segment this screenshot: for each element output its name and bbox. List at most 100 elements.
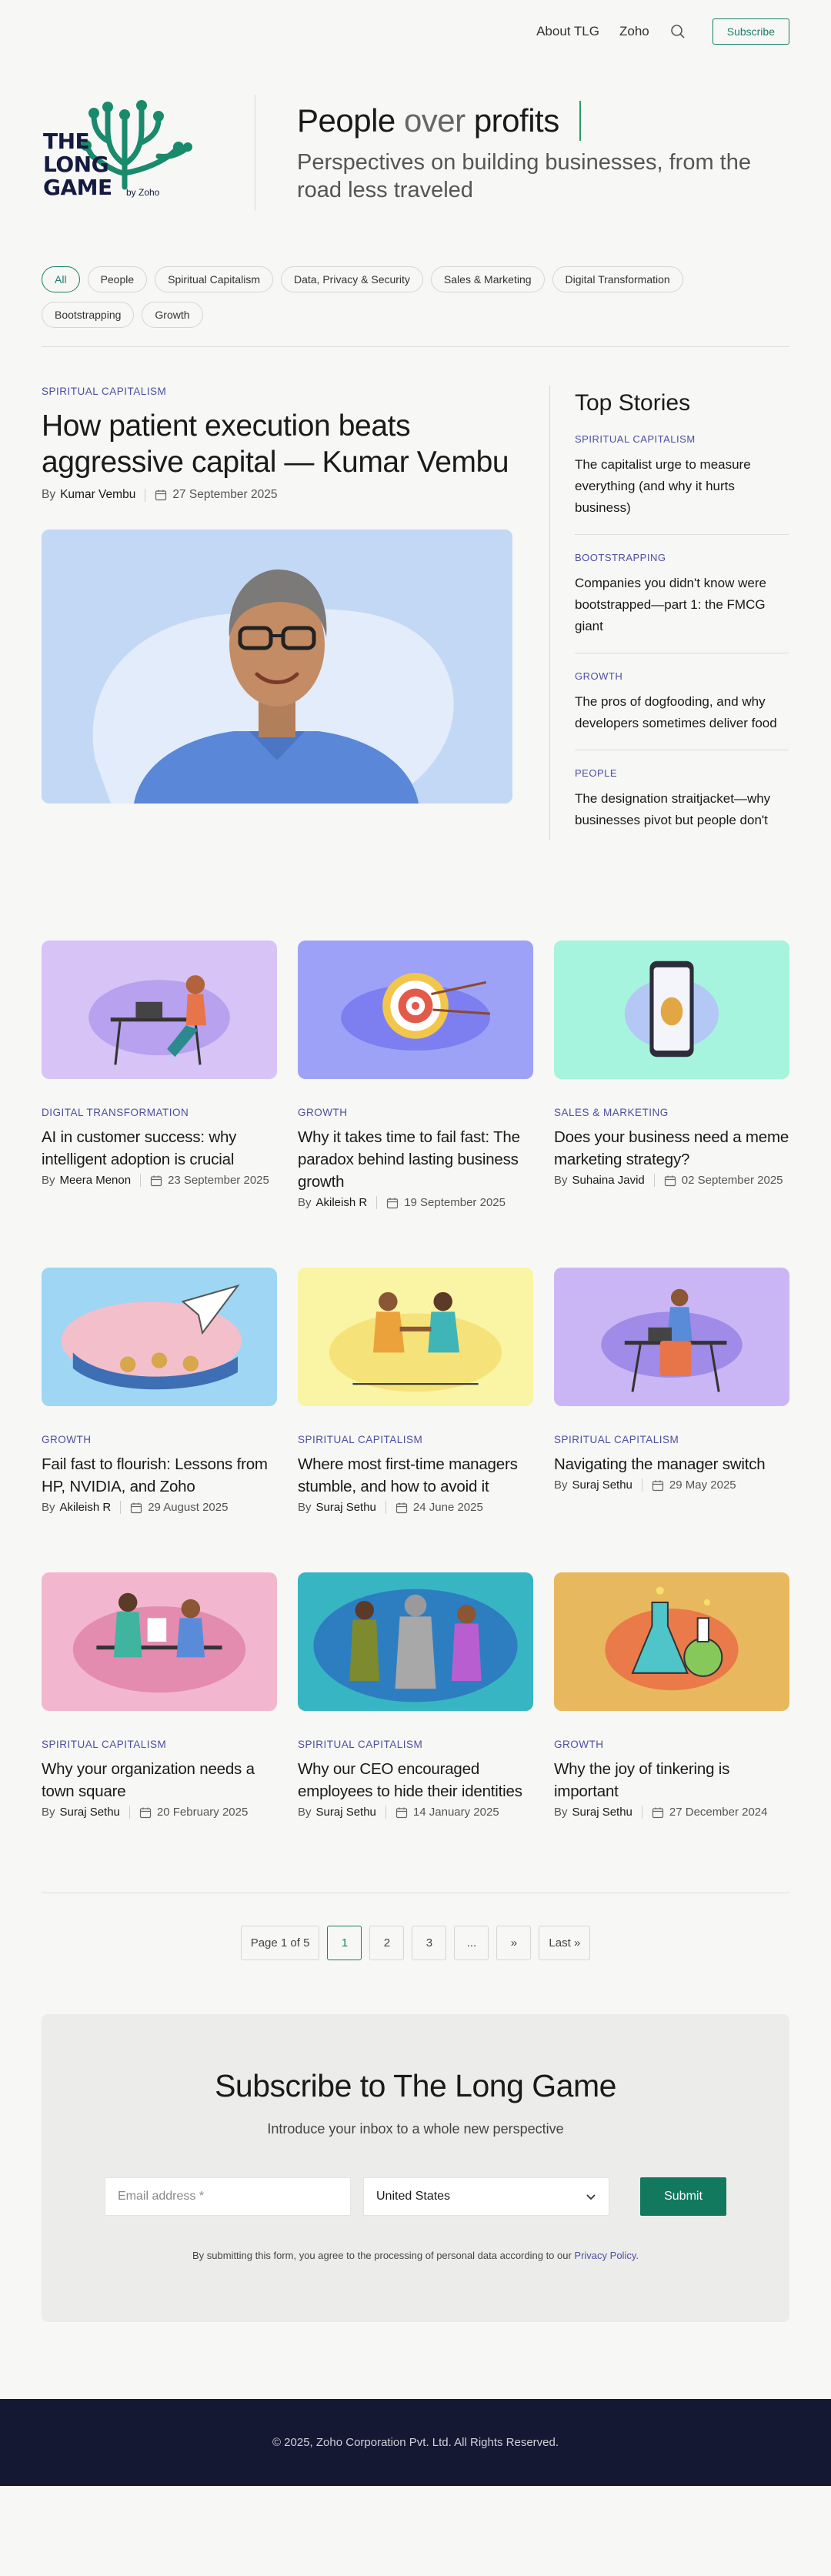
filter-chip[interactable]: Spiritual Capitalism xyxy=(155,266,273,292)
story-category[interactable]: PEOPLE xyxy=(575,767,789,779)
article-author[interactable]: Akileish R xyxy=(60,1501,112,1514)
article-card[interactable]: SPIRITUAL CAPITALISM Navigating the manag… xyxy=(554,1268,789,1514)
article-card[interactable]: SALES & MARKETING Does your business need… xyxy=(554,941,789,1209)
page-button[interactable]: ... xyxy=(454,1926,489,1960)
article-author[interactable]: Suhaina Javid xyxy=(572,1174,645,1187)
top-story-item[interactable]: GROWTH The pros of dogfooding, and why de… xyxy=(575,653,789,750)
filter-chip[interactable]: Bootstrapping xyxy=(42,302,135,328)
article-image[interactable] xyxy=(42,1572,277,1711)
filter-chip[interactable]: All xyxy=(42,266,80,292)
article-date: 14 January 2025 xyxy=(412,1806,499,1819)
featured-title[interactable]: How patient execution beats aggressive c… xyxy=(42,408,512,480)
article-card[interactable]: SPIRITUAL CAPITALISM Why your organizatio… xyxy=(42,1572,277,1819)
featured-article[interactable]: SPIRITUAL CAPITALISM How patient executi… xyxy=(42,386,512,847)
article-title[interactable]: Does your business need a meme marketing… xyxy=(554,1126,789,1171)
article-author[interactable]: Suraj Sethu xyxy=(316,1501,376,1514)
hero: THE LONG GAME by Zoho People over profit… xyxy=(0,63,831,232)
article-author[interactable]: Suraj Sethu xyxy=(572,1478,632,1492)
article-card[interactable]: DIGITAL TRANSFORMATION AI in customer suc… xyxy=(42,941,277,1209)
filter-chip[interactable]: People xyxy=(87,266,148,292)
story-title[interactable]: Companies you didn't know were bootstrap… xyxy=(575,573,789,637)
search-icon[interactable] xyxy=(669,23,686,40)
country-select[interactable]: United States xyxy=(363,2177,609,2216)
article-category[interactable]: GROWTH xyxy=(42,1434,277,1445)
article-category[interactable]: SALES & MARKETING xyxy=(554,1107,789,1118)
subscribe-title: Subscribe to The Long Game xyxy=(215,2068,616,2103)
article-card[interactable]: GROWTH Why it takes time to fail fast: Th… xyxy=(298,941,533,1209)
hero-title-over: over xyxy=(395,102,474,139)
article-category[interactable]: SPIRITUAL CAPITALISM xyxy=(298,1434,533,1445)
article-category[interactable]: GROWTH xyxy=(298,1107,533,1118)
top-story-item[interactable]: PEOPLE The designation straitjacket—why b… xyxy=(575,750,789,847)
article-image[interactable] xyxy=(554,1268,789,1406)
article-image[interactable] xyxy=(298,1572,533,1711)
article-author[interactable]: Meera Menon xyxy=(60,1174,132,1187)
article-meta: By Suraj Sethu 14 January 2025 xyxy=(298,1806,533,1819)
story-title[interactable]: The pros of dogfooding, and why develope… xyxy=(575,691,789,734)
filter-chip[interactable]: Data, Privacy & Security xyxy=(280,266,423,292)
page-button[interactable]: 3 xyxy=(412,1926,447,1960)
article-title[interactable]: Where most first-time managers stumble, … xyxy=(298,1453,533,1498)
article-card[interactable]: SPIRITUAL CAPITALISM Where most first-tim… xyxy=(298,1268,533,1514)
filter-chip[interactable]: Growth xyxy=(142,302,203,328)
top-stories-heading: Top Stories xyxy=(575,390,691,416)
article-image[interactable] xyxy=(42,1268,277,1406)
featured-author[interactable]: Kumar Vembu xyxy=(60,488,135,502)
meta-separator xyxy=(385,1501,386,1514)
article-title[interactable]: Fail fast to flourish: Lessons from HP, … xyxy=(42,1453,277,1498)
article-title[interactable]: Why the joy of tinkering is important xyxy=(554,1758,789,1803)
nav-about-link[interactable]: About TLG xyxy=(536,24,599,39)
calendar-icon xyxy=(395,1502,408,1513)
last-page-button[interactable]: Last » xyxy=(539,1926,591,1960)
article-category[interactable]: SPIRITUAL CAPITALISM xyxy=(554,1434,789,1445)
article-title[interactable]: Navigating the manager switch xyxy=(554,1453,789,1475)
featured-category[interactable]: SPIRITUAL CAPITALISM xyxy=(42,386,512,397)
article-card[interactable]: GROWTH Fail fast to flourish: Lessons fro… xyxy=(42,1268,277,1514)
article-category[interactable]: DIGITAL TRANSFORMATION xyxy=(42,1107,277,1118)
top-story-item[interactable]: BOOTSTRAPPING Companies you didn't know w… xyxy=(575,535,789,653)
privacy-policy-link[interactable]: Privacy Policy xyxy=(574,2250,636,2261)
article-author[interactable]: Suraj Sethu xyxy=(316,1806,376,1819)
page-button[interactable]: 1 xyxy=(327,1926,362,1960)
article-image[interactable] xyxy=(298,1268,533,1406)
filter-chip[interactable]: Sales & Marketing xyxy=(430,266,545,292)
story-category[interactable]: BOOTSTRAPPING xyxy=(575,552,789,563)
subscribe-intro: Introduce your inbox to a whole new pers… xyxy=(267,2121,564,2137)
page-button[interactable]: 2 xyxy=(369,1926,405,1960)
story-category[interactable]: GROWTH xyxy=(575,670,789,682)
hero-subtitle: Perspectives on building businesses, fro… xyxy=(297,150,751,202)
featured-image[interactable] xyxy=(42,530,512,804)
logo[interactable]: THE LONG GAME by Zoho xyxy=(42,87,195,218)
article-image[interactable] xyxy=(554,1572,789,1711)
next-page-button[interactable]: » xyxy=(496,1926,532,1960)
email-field[interactable]: Email address * xyxy=(105,2177,351,2216)
hero-title-profits: profits xyxy=(473,102,559,139)
article-title[interactable]: AI in customer success: why intelligent … xyxy=(42,1126,277,1171)
article-title[interactable]: Why your organization needs a town squar… xyxy=(42,1758,277,1803)
article-author[interactable]: Suraj Sethu xyxy=(572,1806,632,1819)
submit-button[interactable]: Submit xyxy=(640,2177,726,2216)
article-title[interactable]: Why our CEO encouraged employees to hide… xyxy=(298,1758,533,1803)
story-title[interactable]: The capitalist urge to measure everythin… xyxy=(575,454,789,519)
article-card[interactable]: GROWTH Why the joy of tinkering is import… xyxy=(554,1572,789,1819)
consent-body: By submitting this form, you agree to th… xyxy=(192,2250,575,2261)
article-category[interactable]: GROWTH xyxy=(554,1739,789,1750)
portrait-illustration xyxy=(42,530,512,804)
nav-zoho-link[interactable]: Zoho xyxy=(619,24,649,39)
article-image[interactable] xyxy=(298,941,533,1079)
filter-chip[interactable]: Digital Transformation xyxy=(552,266,683,292)
article-category[interactable]: SPIRITUAL CAPITALISM xyxy=(298,1739,533,1750)
article-title[interactable]: Why it takes time to fail fast: The para… xyxy=(298,1126,533,1193)
article-by: By xyxy=(42,1174,55,1187)
article-category[interactable]: SPIRITUAL CAPITALISM xyxy=(42,1739,277,1750)
article-card[interactable]: SPIRITUAL CAPITALISM Why our CEO encourag… xyxy=(298,1572,533,1819)
meta-separator xyxy=(376,1196,378,1209)
article-author[interactable]: Akileish R xyxy=(316,1196,368,1209)
story-title[interactable]: The designation straitjacket—why busines… xyxy=(575,788,789,831)
article-image[interactable] xyxy=(42,941,277,1079)
subscribe-button[interactable]: Subscribe xyxy=(712,18,789,45)
article-author[interactable]: Suraj Sethu xyxy=(60,1806,120,1819)
top-story-item[interactable]: SPIRITUAL CAPITALISM The capitalist urge … xyxy=(575,416,789,535)
story-category[interactable]: SPIRITUAL CAPITALISM xyxy=(575,433,789,445)
article-image[interactable] xyxy=(554,941,789,1079)
